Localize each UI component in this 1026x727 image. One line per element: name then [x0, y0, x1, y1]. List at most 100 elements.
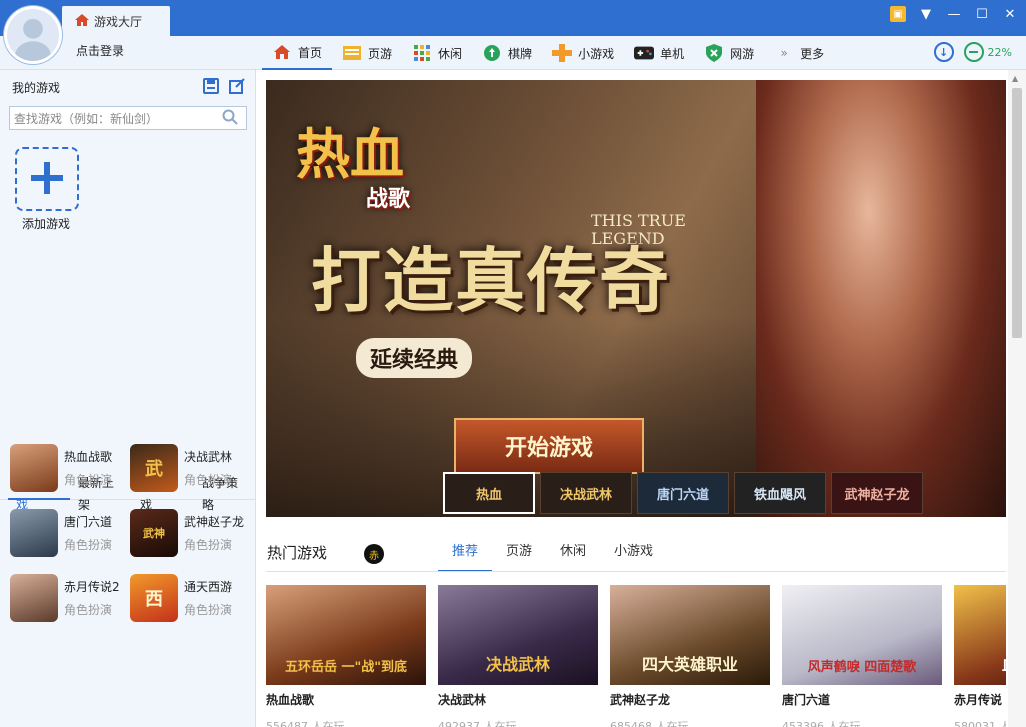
tab-mini-games[interactable]: 小游戏 — [600, 538, 667, 572]
nav-casual-label: 休闲 — [438, 46, 463, 61]
scrollbar-thumb[interactable] — [1012, 88, 1022, 338]
nav-casual[interactable]: 休闲 — [402, 36, 472, 70]
start-game-button[interactable]: 开始游戏 — [454, 418, 644, 474]
game-card-players: 453396 人在玩 — [782, 720, 861, 727]
tab-casual[interactable]: 休闲 — [546, 538, 600, 572]
game-thumbnail: 西 — [130, 574, 178, 622]
download-icon[interactable]: ↓ — [933, 42, 954, 62]
list-item[interactable]: 西 通天西游角色扮演 — [130, 574, 250, 622]
home-icon — [74, 13, 90, 30]
game-card-image: 决战武林 — [438, 585, 598, 685]
divider — [266, 571, 1006, 572]
carousel-thumb[interactable]: 铁血飓风 — [734, 472, 826, 514]
game-name: 决战武林 — [184, 450, 233, 464]
game-card[interactable]: 四大英雄职业 武神赵子龙 685468 人在玩 — [610, 585, 770, 727]
nav-web-games[interactable]: 页游 — [332, 36, 402, 70]
list-item[interactable]: 唐门六道 角色扮演 — [10, 509, 130, 557]
search-placeholder: 查找游戏（例如：新仙剑） — [14, 111, 159, 126]
nav-mini-games-label: 小游戏 — [578, 46, 615, 61]
game-name: 热血战歌 — [64, 450, 113, 464]
tab-game-lobby-label: 游戏大厅 — [94, 14, 143, 29]
plus-icon — [31, 161, 63, 197]
sidebar: 我的游戏 查找游戏（例如：新仙剑） 添加游戏 最热游戏 最新上架 棋牌游戏 战争… — [0, 70, 256, 727]
banner-logo-sub: 战歌 — [366, 186, 411, 212]
game-type: 角色扮演 — [64, 538, 113, 552]
hot-games-title: 热门游戏 — [267, 544, 328, 562]
banner-logo-text: 热血 — [296, 122, 404, 186]
carousel-thumb[interactable]: 武神赵子龙 — [831, 472, 923, 514]
carousel-thumb[interactable]: 决战武林 — [540, 472, 632, 514]
scrollbar[interactable]: ▲ — [1008, 70, 1026, 727]
login-link[interactable]: 点击登录 — [76, 42, 124, 59]
game-card[interactable]: 五环岳岳 一"战"到底 热血战歌 556487 人在玩 — [266, 585, 426, 727]
game-card-image: 血战组队 — [954, 585, 1006, 685]
game-card-players: 580031 人在玩 — [954, 720, 1006, 727]
nav-mini-games[interactable]: 小游戏 — [542, 36, 624, 70]
tab-game-lobby[interactable]: 游戏大厅 — [62, 6, 170, 36]
banner-carousel: 热血 决战武林 唐门六道 铁血飓风 武神赵子龙 — [443, 472, 923, 514]
banner-tagline: 打造真传奇 — [311, 239, 671, 322]
game-thumbnail — [10, 444, 58, 492]
carousel-thumb[interactable]: 唐门六道 — [637, 472, 729, 514]
maximize-icon[interactable]: ☐ — [974, 6, 990, 22]
game-thumbnail — [10, 574, 58, 622]
add-game-label: 添加游戏 — [22, 217, 71, 231]
tab-web-games[interactable]: 页游 — [492, 538, 546, 572]
web-game-icon — [342, 44, 362, 62]
dropdown-icon[interactable]: ▼ — [918, 6, 934, 22]
hero-banner[interactable]: 热血 战歌 THIS TRUE LEGEND 打造真传奇 延续经典 开始游戏 热… — [266, 80, 1006, 517]
game-card-players: 685468 人在玩 — [610, 720, 689, 727]
tab-recommended[interactable]: 推荐 — [438, 538, 493, 572]
speedup-percent: 22% — [987, 45, 1012, 59]
game-card-name: 唐门六道 — [782, 693, 831, 707]
game-card-players: 556487 人在玩 — [266, 720, 345, 727]
close-icon[interactable]: ✕ — [1002, 6, 1018, 22]
list-item[interactable]: 武神 武神赵子龙 角色扮演 — [130, 509, 250, 557]
single-player-icon — [634, 44, 655, 62]
game-card[interactable]: 风声鹤唳 四面楚歌 唐门六道 453396 人在玩 — [782, 585, 942, 727]
game-card-players: 492937 人在玩 — [438, 720, 517, 727]
main-nav: 首页 页游 休闲 棋牌 小游戏 单机 网游 » 更多 — [262, 36, 834, 70]
game-card-name: 决战武林 — [438, 693, 487, 707]
game-type: 角色扮演 — [184, 603, 233, 617]
nav-right-tools: ↓ 22% — [933, 42, 1012, 62]
nav-chess[interactable]: 棋牌 — [472, 36, 542, 70]
save-icon[interactable] — [203, 78, 219, 97]
window-controls: ▣ ▼ — ☐ ✕ — [890, 6, 1018, 22]
nav-single-player[interactable]: 单机 — [624, 36, 694, 70]
game-type: 角色扮演 — [184, 473, 233, 487]
search-input[interactable]: 查找游戏（例如：新仙剑） — [9, 106, 247, 130]
speedup-indicator[interactable]: 22% — [963, 42, 1012, 62]
game-thumbnail — [10, 509, 58, 557]
nav-online-games-label: 网游 — [730, 46, 755, 61]
game-card-image: 五环岳岳 一"战"到底 — [266, 585, 426, 685]
nav-home[interactable]: 首页 — [262, 36, 333, 70]
list-item[interactable]: 热血战歌 角色扮演 — [10, 444, 130, 492]
avatar[interactable] — [4, 6, 62, 64]
game-card-name: 热血战歌 — [266, 693, 315, 707]
list-item[interactable]: 武 决战武林 角色扮演 — [130, 444, 250, 492]
game-name: 赤月传说2 — [64, 580, 120, 594]
carousel-thumb[interactable]: 热血 — [443, 472, 535, 514]
nav-online-games[interactable]: 网游 — [694, 36, 764, 70]
game-name: 武神赵子龙 — [184, 515, 245, 529]
minimize-icon[interactable]: — — [946, 6, 962, 22]
nav-more[interactable]: » 更多 — [764, 36, 834, 70]
sidebar-game-list: 热血战歌 角色扮演 武 决战武林 角色扮演 唐门六道 角色扮演 武神 武神赵子龙 角色扮… — [10, 444, 250, 622]
game-card[interactable]: 血战组队 赤月传说 580031 人在玩 — [954, 585, 1006, 727]
scroll-up-icon[interactable]: ▲ — [1012, 74, 1018, 83]
sidebar-tools — [203, 78, 245, 97]
list-item[interactable]: 赤月传说2 角色扮演 — [10, 574, 130, 622]
minus-circle-icon — [963, 42, 984, 62]
game-name: 通天西游 — [184, 580, 233, 594]
gift-icon[interactable]: ▣ — [890, 6, 906, 22]
game-card-name: 赤月传说 — [954, 693, 1003, 707]
add-game-button[interactable] — [15, 147, 79, 211]
nav-web-games-label: 页游 — [368, 46, 393, 61]
search-icon[interactable] — [222, 109, 246, 128]
game-card[interactable]: 决战武林 决战武林 492937 人在玩 — [438, 585, 598, 727]
hot-games-tabs: 推荐 页游 休闲 小游戏 — [438, 538, 667, 572]
my-games-title: 我的游戏 — [12, 81, 61, 95]
home-icon — [272, 43, 292, 61]
edit-icon[interactable] — [229, 78, 245, 97]
